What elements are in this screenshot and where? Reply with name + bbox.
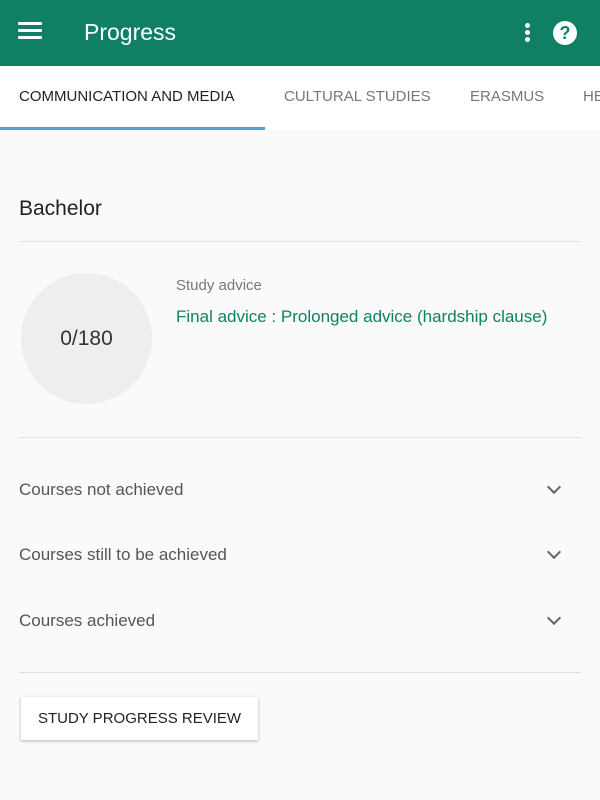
row-label: Courses not achieved: [19, 480, 184, 499]
help-icon[interactable]: ?: [553, 21, 577, 45]
tab-he[interactable]: HE: [583, 88, 600, 105]
courses-still-to-be-achieved-row[interactable]: Courses still to be achieved: [19, 544, 581, 585]
tab-erasmus[interactable]: ERASMUS: [470, 88, 544, 105]
credits-circle: 0/180: [21, 273, 152, 404]
tab-indicator: [0, 127, 265, 130]
hamburger-icon[interactable]: [18, 22, 42, 42]
study-advice-label: Study advice: [176, 277, 262, 294]
study-advice-value: Final advice : Prolonged advice (hardshi…: [176, 307, 548, 326]
courses-not-achieved-row[interactable]: Courses not achieved: [19, 479, 581, 520]
chevron-down-icon[interactable]: [546, 544, 562, 560]
study-progress-review-button[interactable]: STUDY PROGRESS REVIEW: [21, 697, 258, 740]
courses-achieved-row[interactable]: Courses achieved: [19, 610, 581, 651]
divider: [19, 437, 581, 438]
row-label: Courses still to be achieved: [19, 545, 227, 564]
row-label: Courses achieved: [19, 611, 156, 630]
chevron-down-icon[interactable]: [546, 479, 562, 495]
tab-bar: COMMUNICATION AND MEDIA CULTURAL STUDIES…: [0, 66, 600, 130]
page-title: Progress: [84, 19, 177, 45]
divider: [19, 241, 581, 242]
tab-communication-and-media[interactable]: COMMUNICATION AND MEDIA: [19, 88, 235, 105]
tab-cultural-studies[interactable]: CULTURAL STUDIES: [284, 88, 431, 105]
app-bar: Progress ?: [0, 0, 600, 66]
divider: [19, 672, 581, 673]
chevron-down-icon[interactable]: [546, 610, 562, 626]
section-title: Bachelor: [19, 197, 102, 220]
more-vert-icon[interactable]: [525, 23, 531, 44]
